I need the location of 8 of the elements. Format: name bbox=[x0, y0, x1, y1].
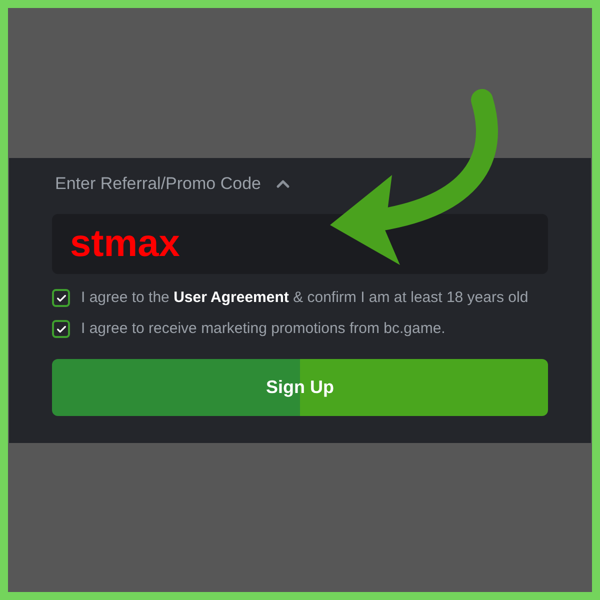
checkbox[interactable] bbox=[52, 289, 70, 307]
checkbox[interactable] bbox=[52, 320, 70, 338]
agreement-text: I agree to receive marketing promotions from bc.game. bbox=[81, 319, 446, 339]
promo-code-label: Enter Referral/Promo Code bbox=[55, 173, 261, 196]
sign-up-button[interactable]: Sign Up bbox=[52, 359, 548, 416]
check-icon bbox=[56, 324, 66, 334]
check-icon bbox=[56, 292, 66, 304]
agreement-text: I agree to the User Agreement & confirm I am at least 18 years old bbox=[81, 288, 528, 308]
